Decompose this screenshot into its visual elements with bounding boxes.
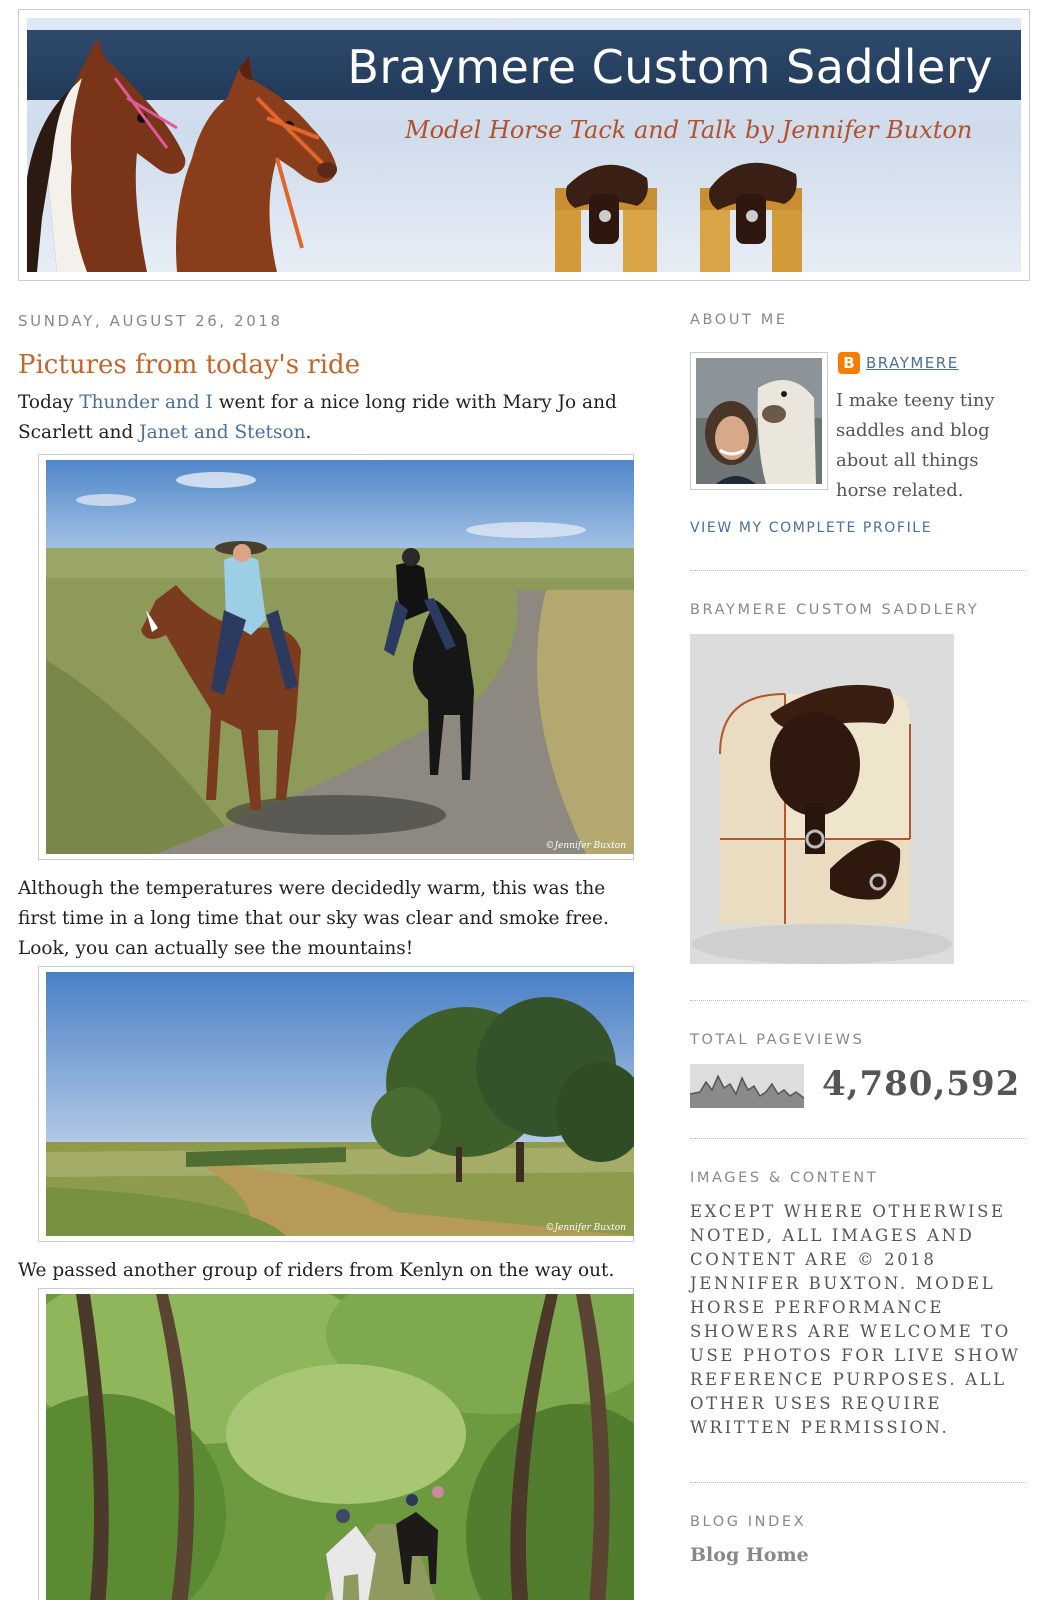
post-date: SUNDAY, AUGUST 26, 2018 bbox=[18, 312, 283, 330]
horse-heads-illustration bbox=[27, 38, 337, 272]
sidebar-divider bbox=[690, 1000, 1026, 1001]
pageviews-count: 4,780,592 bbox=[822, 1064, 1021, 1104]
main-column: SUNDAY, AUGUST 26, 2018 Pictures from to… bbox=[18, 312, 646, 1600]
post-paragraph: Although the temperatures were decidedly… bbox=[18, 878, 609, 959]
sidebar: ABOUT ME B BRAYMERE I make teeny tiny sa… bbox=[690, 312, 1030, 1566]
forest-trail-photo[interactable] bbox=[46, 1294, 634, 1600]
profile-avatar bbox=[696, 358, 822, 484]
post-photo-frame bbox=[38, 1288, 634, 1600]
blog-title[interactable]: Braymere Custom Saddlery bbox=[347, 40, 993, 94]
janet-stetson-link[interactable]: Janet and Stetson bbox=[139, 422, 305, 443]
pageviews-heading: TOTAL PAGEVIEWS bbox=[690, 1032, 865, 1048]
pageviews-sparkline bbox=[690, 1064, 804, 1108]
post-text: Today bbox=[18, 392, 80, 413]
thunder-link[interactable]: Thunder and I bbox=[79, 392, 213, 413]
post-paragraph: We passed another group of riders from K… bbox=[18, 1260, 615, 1281]
copyright-notice: EXCEPT WHERE OTHERWISE NOTED, ALL IMAGES… bbox=[690, 1202, 1021, 1437]
post-photo-frame: ©Jennifer Buxton bbox=[38, 454, 634, 860]
blogger-icon: B bbox=[838, 352, 860, 374]
profile-description: I make teeny tiny saddles and blog about… bbox=[836, 390, 995, 501]
profile-photo[interactable] bbox=[690, 352, 828, 490]
photo-watermark: ©Jennifer Buxton bbox=[545, 841, 626, 851]
saddlery-heading: BRAYMERE CUSTOM SADDLERY bbox=[690, 602, 980, 618]
sidebar-divider bbox=[690, 570, 1026, 571]
post-text: . bbox=[305, 422, 312, 443]
header-banner[interactable]: Braymere Custom Saddlery Model Horse Tac… bbox=[27, 18, 1021, 272]
blog-header: Braymere Custom Saddlery Model Horse Tac… bbox=[18, 9, 1030, 281]
blog-index-heading: BLOG INDEX bbox=[690, 1514, 807, 1530]
profile-name-link[interactable]: BRAYMERE bbox=[866, 354, 959, 372]
view-profile-link[interactable]: VIEW MY COMPLETE PROFILE bbox=[690, 520, 932, 536]
post-title[interactable]: Pictures from today's ride bbox=[18, 350, 646, 380]
photo-watermark: ©Jennifer Buxton bbox=[545, 1223, 626, 1233]
saddle-on-stand-image bbox=[555, 164, 657, 272]
saddle-stand-photo bbox=[690, 634, 954, 964]
blog-home-link[interactable]: Blog Home bbox=[690, 1544, 809, 1566]
about-me-heading: ABOUT ME bbox=[690, 312, 788, 328]
saddle-on-stand-image bbox=[700, 162, 802, 272]
landscape-tree-photo[interactable]: ©Jennifer Buxton bbox=[46, 972, 634, 1236]
riders-on-path-photo[interactable]: ©Jennifer Buxton bbox=[46, 460, 634, 854]
sidebar-divider bbox=[690, 1482, 1026, 1483]
sidebar-divider bbox=[690, 1138, 1026, 1139]
saddle-product-image[interactable] bbox=[690, 634, 954, 964]
post-body: Today Thunder and I went for a nice long… bbox=[18, 388, 646, 1600]
images-content-heading: IMAGES & CONTENT bbox=[690, 1170, 879, 1186]
post-paragraph: Today Thunder and I went for a nice long… bbox=[18, 388, 646, 448]
post-photo-frame: ©Jennifer Buxton bbox=[38, 966, 634, 1242]
blog-description: Model Horse Tack and Talk by Jennifer Bu… bbox=[405, 116, 973, 144]
